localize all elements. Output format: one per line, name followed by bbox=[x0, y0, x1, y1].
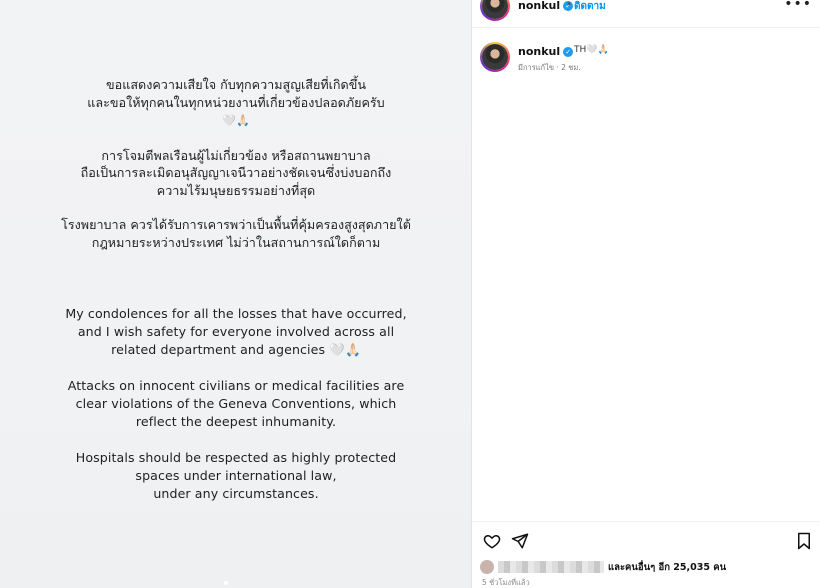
header-username[interactable]: nonkul bbox=[518, 0, 560, 12]
english-line: related department and agencies 🤍🙏🏻 bbox=[111, 342, 361, 357]
post-sidebar: nonkul ✓ • ติดตาม ••• nonkul ✓ TH🤍🙏🏻 มีการ… bbox=[472, 0, 820, 588]
thai-line: ถือเป็นการละเมิดอนุสัญญาเจนีวาอย่างชัดเจ… bbox=[80, 165, 392, 180]
send-icon bbox=[511, 533, 529, 549]
liker-name-blurred bbox=[498, 561, 604, 573]
carousel-dot bbox=[224, 581, 228, 585]
thai-line: โรงพยาบาล ควรได้รับการเคารพว่าเป็นพื้นที… bbox=[61, 217, 411, 232]
english-paragraph-2: Attacks on innocent civilians or medical… bbox=[0, 377, 472, 431]
caption-username[interactable]: nonkul bbox=[518, 45, 560, 58]
caption-avatar[interactable] bbox=[480, 42, 510, 72]
share-button[interactable] bbox=[510, 531, 530, 551]
avatar-photo bbox=[482, 44, 508, 70]
bookmark-icon bbox=[798, 532, 810, 550]
english-message: My condolences for all the losses that h… bbox=[0, 305, 472, 521]
more-icon[interactable]: ••• bbox=[784, 0, 812, 12]
thai-line: ความไร้มนุษยธรรมอย่างที่สุด bbox=[156, 182, 316, 198]
english-paragraph-1: My condolences for all the losses that h… bbox=[0, 305, 472, 359]
instagram-post-view: ขอแสดงความเสียใจ กับทุกความสูญเสียที่เกิ… bbox=[0, 0, 820, 588]
thai-paragraph-2: การโจมตีพลเรือนผู้ไม่เกี่ยวข้อง หรือสถาน… bbox=[0, 147, 472, 200]
like-button[interactable] bbox=[482, 531, 502, 551]
thai-paragraph-1: ขอแสดงความเสียใจ กับทุกความสูญเสียที่เกิ… bbox=[0, 76, 472, 130]
english-paragraph-3: Hospitals should be respected as highly … bbox=[0, 449, 472, 503]
english-line: Hospitals should be respected as highly … bbox=[75, 450, 397, 465]
thai-line: ขอแสดงความเสียใจ กับทุกความสูญเสียที่เกิ… bbox=[106, 77, 366, 92]
english-line: Attacks on innocent civilians or medical… bbox=[67, 378, 405, 393]
caption-meta: มีการแก้ไข · 2 ชม. bbox=[518, 63, 581, 72]
english-line: My condolences for all the losses that h… bbox=[65, 306, 407, 321]
heart-icon bbox=[483, 534, 501, 549]
avatar[interactable] bbox=[480, 0, 510, 21]
post-header: nonkul ✓ • ติดตาม ••• bbox=[472, 0, 820, 28]
english-line: clear violations of the Geneva Conventio… bbox=[75, 396, 397, 411]
post-image[interactable]: ขอแสดงความเสียใจ กับทุกความสูญเสียที่เกิ… bbox=[0, 0, 472, 588]
thai-emoji: 🤍🙏🏻 bbox=[222, 114, 250, 127]
likes-count[interactable]: และคนอื่นๆ อีก 25,035 คน bbox=[608, 560, 726, 575]
liker-avatar[interactable] bbox=[480, 560, 494, 574]
thai-paragraph-3: โรงพยาบาล ควรได้รับการเคารพว่าเป็นพื้นที… bbox=[0, 216, 472, 251]
verified-badge-icon: ✓ bbox=[563, 47, 574, 57]
avatar-photo bbox=[482, 0, 508, 19]
english-line: under any circumstances. bbox=[153, 486, 319, 501]
english-line: spaces under international law, bbox=[135, 468, 337, 483]
action-bar: และคนอื่นๆ อีก 25,035 คน 5 ชั่วโมงที่แล้… bbox=[472, 521, 820, 588]
thai-line: กฎหมายระหว่างประเทศ ไม่ว่าในสถานการณ์ใดก… bbox=[91, 234, 381, 250]
separator-dot: • bbox=[566, 0, 572, 10]
thai-line: การโจมตีพลเรือนผู้ไม่เกี่ยวข้อง หรือสถาน… bbox=[101, 147, 371, 163]
follow-button[interactable]: ติดตาม bbox=[574, 0, 606, 14]
likes-summary[interactable]: และคนอื่นๆ อีก 25,035 คน bbox=[480, 559, 726, 575]
save-button[interactable] bbox=[794, 531, 814, 551]
english-line: and I wish safety for everyone involved … bbox=[77, 324, 395, 339]
header-username-link[interactable]: nonkul ✓ bbox=[518, 0, 574, 12]
thai-message: ขอแสดงความเสียใจ กับทุกความสูญเสียที่เกิ… bbox=[0, 76, 472, 268]
english-line: reflect the deepest inhumanity. bbox=[135, 414, 337, 429]
caption-text: TH🤍🙏🏻 bbox=[574, 45, 609, 55]
caption-username-link[interactable]: nonkul ✓ bbox=[518, 45, 574, 58]
thai-line: และขอให้ทุกคนในทุกหน่วยงานที่เกี่ยวข้องป… bbox=[87, 94, 385, 110]
post-timestamp[interactable]: 5 ชั่วโมงที่แล้ว bbox=[482, 577, 530, 588]
